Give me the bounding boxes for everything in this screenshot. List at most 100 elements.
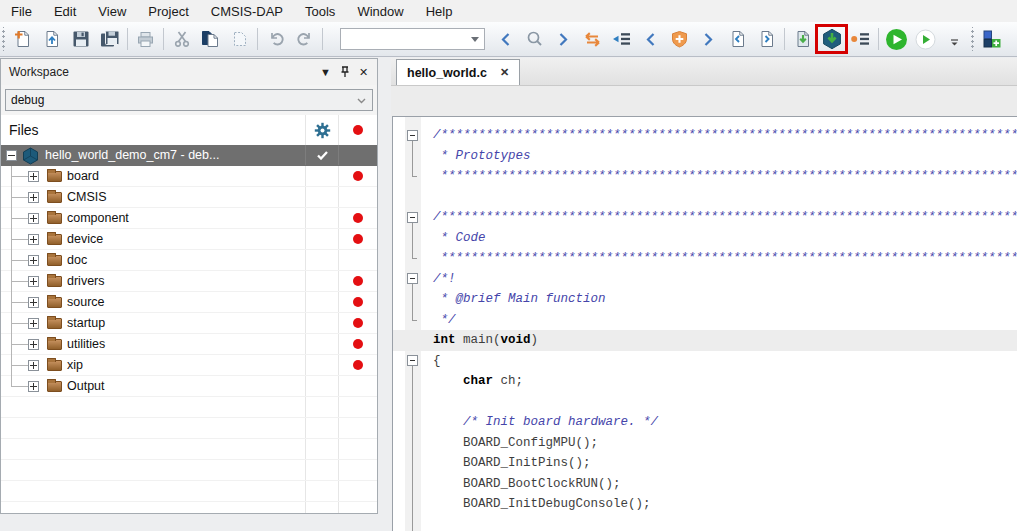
code-line[interactable]: */ — [393, 310, 1017, 331]
tree-row-source[interactable]: source — [1, 292, 377, 313]
expand-icon[interactable] — [28, 255, 39, 266]
tree-line — [11, 176, 29, 177]
make-button[interactable] — [788, 26, 817, 52]
saveall-button[interactable] — [95, 26, 124, 52]
swap-button[interactable] — [578, 26, 607, 52]
expand-icon[interactable] — [28, 360, 39, 371]
fold-marker[interactable] — [407, 355, 418, 366]
more-button[interactable] — [1006, 26, 1017, 52]
tree-row-empty — [1, 418, 377, 439]
code-line[interactable]: * Code — [393, 228, 1017, 249]
pin-icon[interactable] — [335, 64, 354, 80]
tab-hello-world[interactable]: hello_world.c ✕ — [396, 59, 520, 85]
tree-row-doc[interactable]: doc — [1, 250, 377, 271]
code-line[interactable]: BOARD_InitPins(); — [393, 453, 1017, 474]
expand-icon[interactable] — [28, 297, 39, 308]
code-line[interactable]: { — [393, 351, 1017, 372]
toolbar-combo[interactable] — [340, 28, 485, 50]
tree-row-drivers[interactable]: drivers — [1, 271, 377, 292]
more-button[interactable] — [940, 26, 969, 52]
code-line[interactable]: BOARD_InitDebugConsole(); — [393, 494, 1017, 515]
gear-icon[interactable] — [314, 122, 331, 139]
code-line[interactable]: * @brief Main function — [393, 289, 1017, 310]
expand-icon[interactable] — [28, 381, 39, 392]
downloaddebug-button[interactable] — [817, 26, 846, 52]
code-line[interactable]: int main(void) — [393, 330, 1017, 351]
playoutline-button[interactable] — [911, 26, 940, 52]
menu-project[interactable]: Project — [137, 0, 199, 22]
expand-icon[interactable] — [28, 339, 39, 350]
menu-window[interactable]: Window — [346, 0, 414, 22]
panel-menu-icon[interactable]: ▼ — [316, 64, 335, 80]
menu-cmsis-dap[interactable]: CMSIS-DAP — [200, 0, 294, 22]
expand-icon[interactable] — [28, 213, 39, 224]
play-button[interactable] — [882, 26, 911, 52]
tree-row-xip[interactable]: xip — [1, 355, 377, 376]
tree-row-output[interactable]: Output — [1, 376, 377, 397]
tree-row-cmsis[interactable]: CMSIS — [1, 187, 377, 208]
code-line[interactable] — [393, 187, 1017, 208]
tree-row-utilities[interactable]: utilities — [1, 334, 377, 355]
forward-button[interactable] — [549, 26, 578, 52]
config-combo[interactable]: debug — [5, 89, 373, 111]
save-button[interactable] — [66, 26, 95, 52]
paste-button[interactable] — [225, 26, 254, 52]
attachlist-button[interactable] — [846, 26, 875, 52]
expand-icon[interactable] — [28, 192, 39, 203]
pageprev-button[interactable] — [723, 26, 752, 52]
code-line[interactable]: ****************************************… — [393, 166, 1017, 187]
code-line[interactable]: BOARD_ConfigMPU(); — [393, 433, 1017, 454]
menu-edit[interactable]: Edit — [43, 0, 87, 22]
gotolist-button[interactable] — [607, 26, 636, 52]
undo-button[interactable] — [261, 26, 290, 52]
code-line[interactable]: * Prototypes — [393, 146, 1017, 167]
tree-row-device[interactable]: device — [1, 229, 377, 250]
code-editor[interactable]: /***************************************… — [392, 116, 1017, 531]
search-button[interactable] — [520, 26, 549, 52]
back2-button[interactable] — [636, 26, 665, 52]
expand-icon[interactable] — [28, 276, 39, 287]
tree-row-board[interactable]: board — [1, 166, 377, 187]
tree-row-component[interactable]: component — [1, 208, 377, 229]
forward-icon — [557, 32, 570, 47]
toolbar-grip[interactable] — [969, 27, 974, 51]
print-button[interactable] — [131, 26, 160, 52]
tree-row-startup[interactable]: startup — [1, 313, 377, 334]
toolbar-grip[interactable] — [0, 27, 5, 51]
expand-icon[interactable] — [28, 318, 39, 329]
project-icon — [22, 147, 39, 165]
new-button[interactable] — [8, 26, 37, 52]
code-line[interactable]: /***************************************… — [393, 207, 1017, 228]
expand-icon[interactable] — [28, 171, 39, 182]
check-icon — [317, 151, 328, 160]
red-dot-icon — [353, 276, 363, 286]
code-line[interactable]: char ch; — [393, 371, 1017, 392]
redo-button[interactable] — [290, 26, 319, 52]
expand-icon[interactable] — [28, 234, 39, 245]
menu-tools[interactable]: Tools — [294, 0, 346, 22]
pagenext-button[interactable] — [752, 26, 781, 52]
tree-row-project[interactable]: hello_world_demo_cm7 - deb... — [1, 145, 377, 166]
code-line[interactable]: /* Init board hardware. */ — [393, 412, 1017, 433]
copy-button[interactable] — [196, 26, 225, 52]
code-line[interactable] — [393, 392, 1017, 413]
blocks-button[interactable] — [977, 26, 1006, 52]
open-button[interactable] — [37, 26, 66, 52]
code-line[interactable]: /*! — [393, 269, 1017, 290]
code-line[interactable]: /***************************************… — [393, 125, 1017, 146]
close-icon[interactable]: ✕ — [354, 64, 373, 80]
code-line[interactable]: BOARD_BootClockRUN(); — [393, 474, 1017, 495]
menu-view[interactable]: View — [87, 0, 137, 22]
back-button[interactable] — [491, 26, 520, 52]
cut-button[interactable] — [167, 26, 196, 52]
shield-button[interactable] — [665, 26, 694, 52]
forward2-button[interactable] — [694, 26, 723, 52]
fold-marker[interactable] — [407, 273, 418, 284]
fold-marker[interactable] — [407, 130, 418, 141]
collapse-icon[interactable] — [6, 150, 17, 161]
menu-help[interactable]: Help — [415, 0, 464, 22]
fold-marker[interactable] — [407, 212, 418, 223]
code-line[interactable]: ****************************************… — [393, 248, 1017, 269]
tab-close-icon[interactable]: ✕ — [500, 66, 509, 79]
menu-file[interactable]: File — [0, 0, 43, 22]
